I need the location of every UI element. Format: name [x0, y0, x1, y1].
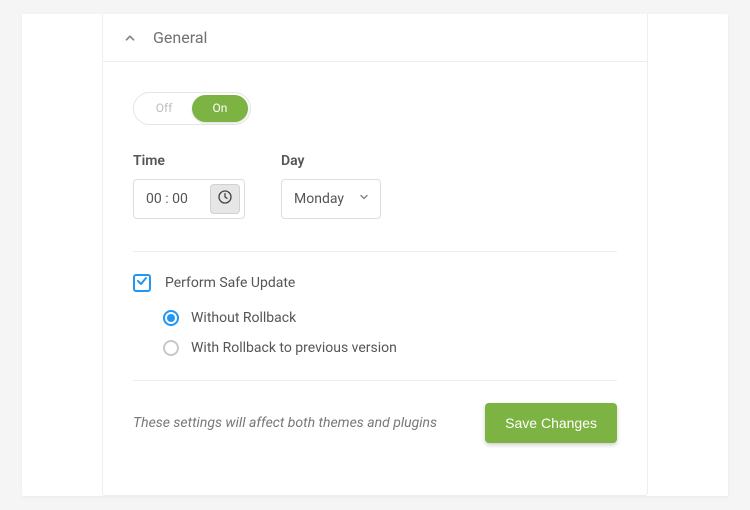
day-selected-value: Monday: [294, 191, 344, 207]
chevron-down-icon: [358, 191, 370, 207]
rollback-radio-group: Without Rollback With Rollback to previo…: [133, 310, 617, 356]
check-icon: [136, 275, 148, 291]
time-value: 00 : 00: [138, 191, 210, 207]
radio-with-rollback[interactable]: With Rollback to previous version: [163, 340, 617, 356]
footer-note: These settings will affect both themes a…: [133, 415, 437, 431]
save-changes-button[interactable]: Save Changes: [485, 403, 617, 443]
day-label: Day: [281, 153, 381, 169]
chevron-up-icon: [123, 31, 137, 45]
safe-update-label: Perform Safe Update: [165, 275, 295, 291]
radio-label-without: Without Rollback: [191, 310, 296, 326]
general-panel: General Off On Time 00 : 00: [102, 14, 648, 496]
safe-update-checkbox[interactable]: [133, 274, 151, 292]
toggle-off-option[interactable]: Off: [136, 95, 192, 122]
divider: [133, 251, 617, 252]
radio-label-with: With Rollback to previous version: [191, 340, 397, 356]
panel-header[interactable]: General: [103, 14, 647, 62]
time-field: Time 00 : 00: [133, 153, 245, 219]
on-off-toggle[interactable]: Off On: [133, 92, 251, 125]
day-field: Day Monday: [281, 153, 381, 219]
safe-update-row[interactable]: Perform Safe Update: [133, 274, 617, 292]
time-label: Time: [133, 153, 245, 169]
clock-icon: [217, 189, 233, 209]
radio-input-without[interactable]: [163, 310, 179, 326]
radio-without-rollback[interactable]: Without Rollback: [163, 310, 617, 326]
panel-footer: These settings will affect both themes a…: [133, 381, 617, 443]
radio-input-with[interactable]: [163, 340, 179, 356]
settings-card: General Off On Time 00 : 00: [22, 14, 728, 496]
time-input[interactable]: 00 : 00: [133, 179, 245, 219]
panel-title: General: [153, 28, 207, 47]
panel-body: Off On Time 00 : 00: [103, 62, 647, 495]
day-select[interactable]: Monday: [281, 179, 381, 219]
toggle-on-option[interactable]: On: [192, 95, 248, 122]
clock-picker-button[interactable]: [210, 184, 240, 214]
